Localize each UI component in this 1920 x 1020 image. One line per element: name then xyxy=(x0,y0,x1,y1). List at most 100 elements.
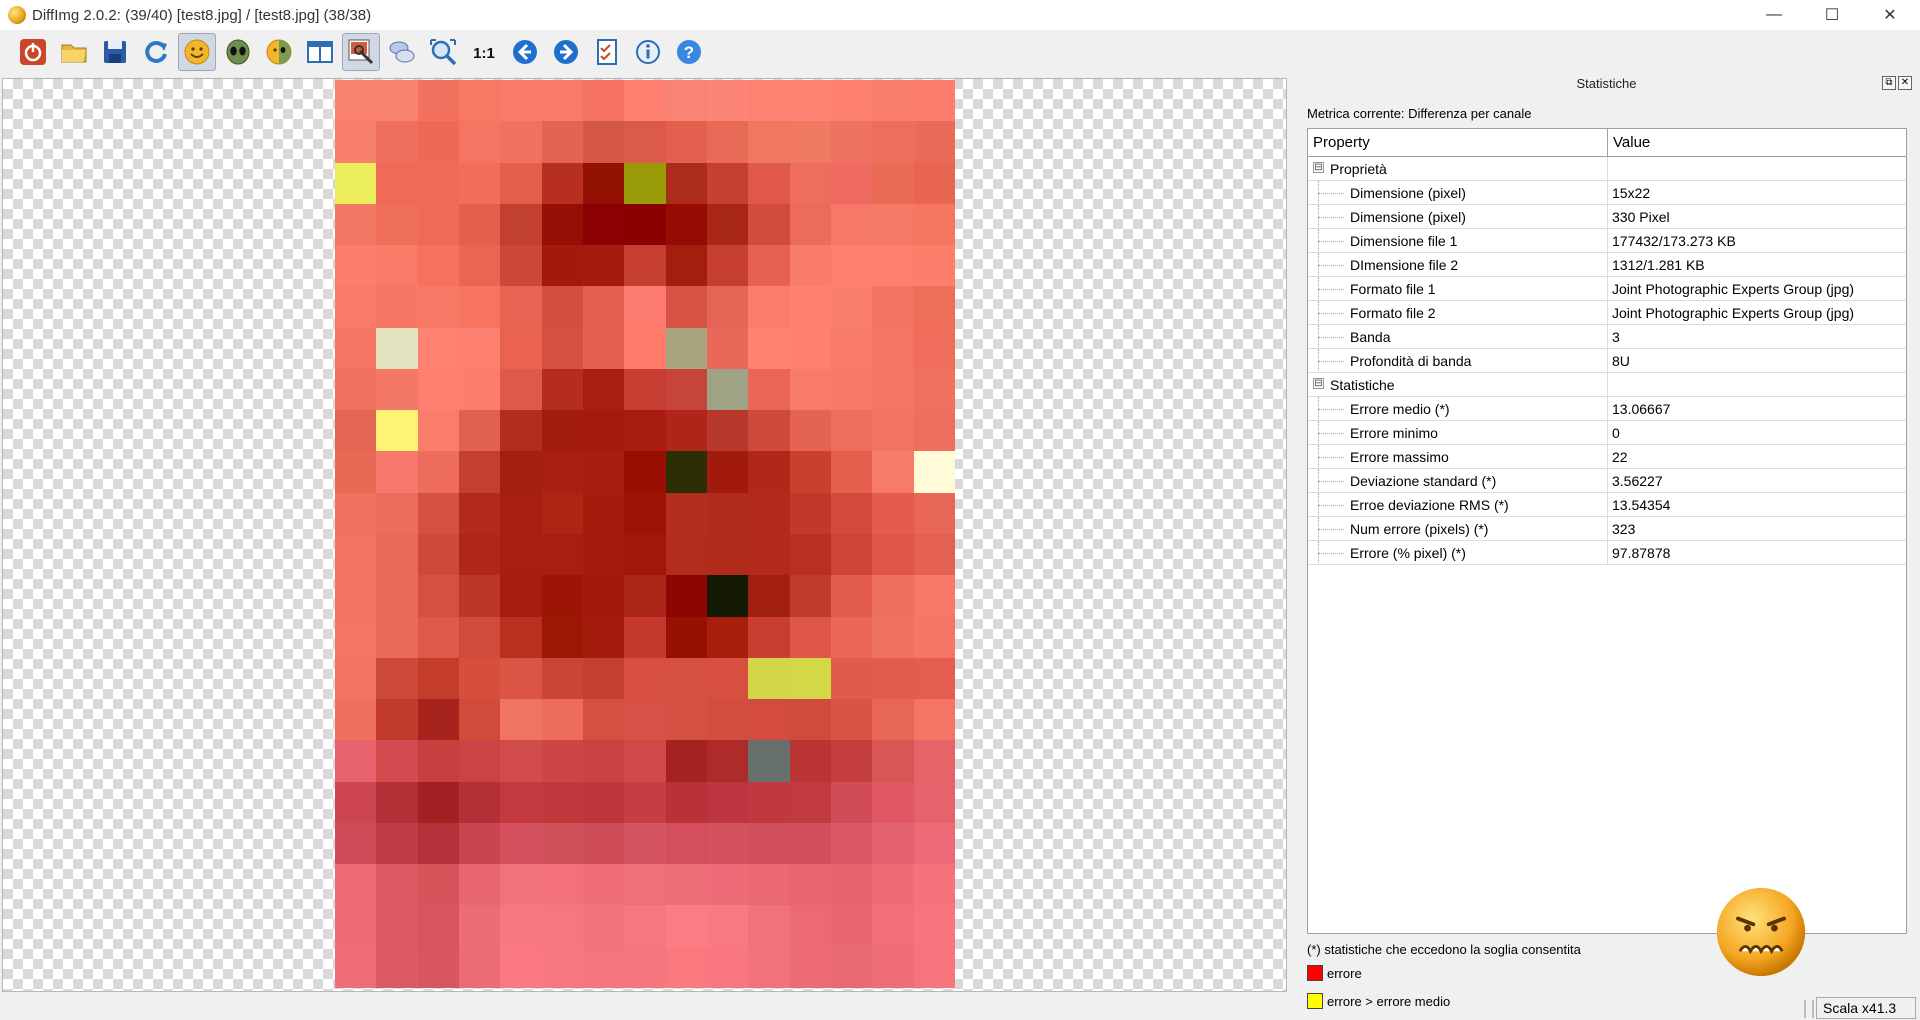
image-pixel xyxy=(458,822,501,865)
alien-button[interactable] xyxy=(219,33,257,71)
image-pixel xyxy=(624,946,666,988)
property-value: 13.06667 xyxy=(1612,401,1671,417)
image-pixel xyxy=(624,327,666,369)
maximize-button[interactable]: ☐ xyxy=(1804,0,1860,30)
column-header-value[interactable]: Value xyxy=(1608,129,1906,156)
table-row[interactable]: Erroe deviazione RMS (*) 13.54354 xyxy=(1308,493,1906,517)
image-pixel xyxy=(830,492,873,534)
checklist-button[interactable] xyxy=(588,33,626,71)
open-button[interactable] xyxy=(55,33,93,71)
image-pixel xyxy=(830,162,873,204)
table-group-row[interactable]: ⊟ Statistiche xyxy=(1308,373,1906,397)
info-button[interactable] xyxy=(629,33,667,71)
image-pixel xyxy=(500,286,542,328)
image-pixel xyxy=(913,699,955,741)
table-row[interactable]: Formato file 1 Joint Photographic Experts… xyxy=(1308,277,1906,301)
zoom-fit-button[interactable] xyxy=(424,33,462,71)
table-row[interactable]: Errore massimo 22 xyxy=(1308,445,1906,469)
table-row[interactable]: Dimensione (pixel) 15x22 xyxy=(1308,181,1906,205)
image-pixel xyxy=(624,699,666,741)
property-cell: Dimensione (pixel) xyxy=(1308,205,1608,228)
property-name: Errore medio (*) xyxy=(1350,401,1450,417)
table-row[interactable]: Formato file 2 Joint Photographic Experts… xyxy=(1308,301,1906,325)
property-name: Dimensione file 1 xyxy=(1350,233,1458,249)
image-pixel xyxy=(417,822,459,865)
image-pixel xyxy=(541,534,583,576)
property-cell: Errore massimo xyxy=(1308,445,1608,468)
table-row[interactable]: Dimensione (pixel) 330 Pixel xyxy=(1308,205,1906,229)
image-pixel xyxy=(541,740,583,782)
table-row[interactable]: Errore medio (*) 13.06667 xyxy=(1308,397,1906,421)
tree-branch xyxy=(1318,265,1344,266)
image-viewer[interactable] xyxy=(2,78,1287,992)
image-pixel xyxy=(335,534,377,576)
table-row[interactable]: Errore minimo 0 xyxy=(1308,421,1906,445)
image-pixel xyxy=(789,864,831,906)
image-pixel xyxy=(376,740,418,782)
image-pixel xyxy=(500,203,542,246)
table-row[interactable]: DImensione file 2 1312/1.281 KB xyxy=(1308,253,1906,277)
table-row[interactable]: Deviazione standard (*) 3.56227 xyxy=(1308,469,1906,493)
exit-button[interactable] xyxy=(14,33,52,71)
group-value-cell xyxy=(1608,157,1906,180)
image-pixel xyxy=(872,368,914,411)
panel-float-button[interactable]: ⧉ xyxy=(1882,76,1896,90)
image-pixel xyxy=(830,699,873,741)
image-pixel xyxy=(500,162,542,204)
image-pixel xyxy=(748,699,790,741)
half-face-button[interactable] xyxy=(260,33,298,71)
table-row[interactable]: Num errore (pixels) (*) 323 xyxy=(1308,517,1906,541)
image-pixel xyxy=(417,368,459,411)
compare-button[interactable] xyxy=(383,33,421,71)
table-row[interactable]: Profondità di banda 8U xyxy=(1308,349,1906,373)
image-pixel xyxy=(665,616,707,658)
image-pixel xyxy=(913,534,955,576)
help-button[interactable]: ? xyxy=(670,33,708,71)
image-pixel xyxy=(500,616,542,658)
image-pixel xyxy=(872,740,914,782)
property-value: Joint Photographic Experts Group (jpg) xyxy=(1612,305,1855,321)
image-pixel xyxy=(872,616,914,658)
image-pixel xyxy=(624,492,666,534)
image-pixel xyxy=(376,946,418,988)
image-pixel xyxy=(789,699,831,741)
image-pixel xyxy=(624,740,666,782)
property-value: 22 xyxy=(1612,449,1628,465)
image-pixel xyxy=(458,699,501,741)
image-pixel xyxy=(789,616,831,658)
smiley-button[interactable] xyxy=(178,33,216,71)
close-button[interactable]: ✕ xyxy=(1862,0,1918,30)
zoom-fit-icon xyxy=(430,39,457,66)
zoom-1-1-button[interactable]: 1:1 xyxy=(465,33,503,71)
half-face-icon xyxy=(266,39,292,65)
image-pixel xyxy=(500,905,542,947)
minimize-button[interactable]: — xyxy=(1746,0,1802,30)
image-pixel xyxy=(665,781,707,823)
collapse-icon[interactable]: ⊟ xyxy=(1313,378,1324,389)
table-row[interactable]: Banda 3 xyxy=(1308,325,1906,349)
image-pixel xyxy=(872,203,914,246)
table-group-row[interactable]: ⊟ Proprietà xyxy=(1308,157,1906,181)
previous-button[interactable] xyxy=(506,33,544,71)
image-pixel xyxy=(335,575,377,617)
collapse-icon[interactable]: ⊟ xyxy=(1313,162,1324,173)
tree-branch xyxy=(1318,361,1344,362)
table-row[interactable]: Dimensione file 1 177432/173.273 KB xyxy=(1308,229,1906,253)
split-view-button[interactable] xyxy=(301,33,339,71)
image-pixel xyxy=(582,781,625,823)
resize-grip[interactable] xyxy=(1804,1000,1814,1018)
image-pixel xyxy=(417,740,459,782)
table-row[interactable]: Errore (% pixel) (*) 97.87878 xyxy=(1308,541,1906,565)
image-tool-button[interactable] xyxy=(342,33,380,71)
refresh-button[interactable] xyxy=(137,33,175,71)
property-name: Deviazione standard (*) xyxy=(1350,473,1497,489)
next-button[interactable] xyxy=(547,33,585,71)
column-header-property[interactable]: Property xyxy=(1308,129,1608,156)
image-pixel xyxy=(913,327,955,369)
image-pixel xyxy=(541,781,583,823)
property-value: 8U xyxy=(1612,353,1630,369)
image-pixel xyxy=(789,451,831,493)
property-table[interactable]: Property Value ⊟ Proprietà Dimensione (pix… xyxy=(1307,128,1907,934)
save-button[interactable] xyxy=(96,33,134,71)
panel-close-button[interactable]: ✕ xyxy=(1898,76,1912,90)
